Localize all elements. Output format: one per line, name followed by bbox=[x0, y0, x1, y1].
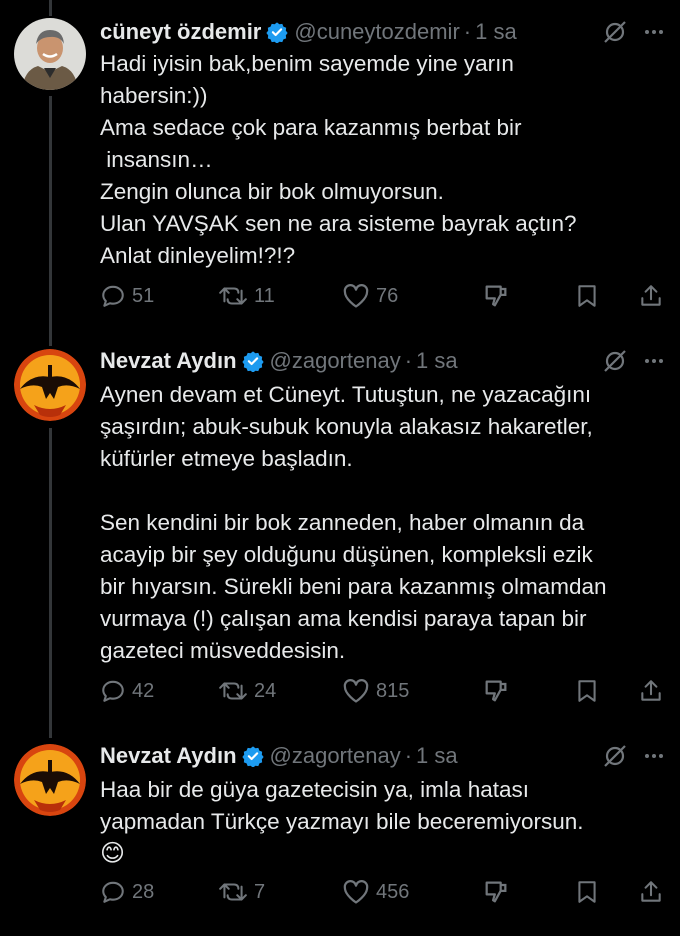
reply-icon bbox=[102, 285, 124, 307]
heart-icon bbox=[343, 880, 369, 904]
tweet[interactable]: Nevzat Aydın @zagortenay · 1 sa Haa bir … bbox=[0, 742, 680, 922]
thread-line bbox=[49, 0, 52, 16]
verified-badge-icon bbox=[241, 746, 264, 767]
heart-icon bbox=[343, 679, 369, 703]
author-name[interactable]: Nevzat Aydın bbox=[100, 348, 237, 374]
like-count: 76 bbox=[376, 284, 399, 307]
grok-icon[interactable] bbox=[602, 348, 628, 374]
axe-logo-icon bbox=[14, 744, 86, 816]
reply-icon bbox=[102, 881, 124, 903]
grok-icon[interactable] bbox=[602, 19, 628, 45]
grok-analyze-button[interactable] bbox=[482, 876, 510, 908]
tweet-header-actions bbox=[602, 18, 666, 46]
repost-count: 24 bbox=[254, 679, 277, 702]
repost-button[interactable]: 24 bbox=[218, 675, 276, 707]
tweet-header-actions bbox=[602, 347, 666, 375]
like-button[interactable]: 456 bbox=[342, 876, 409, 908]
separator-dot: · bbox=[404, 348, 413, 373]
tweet[interactable]: cüneyt özdemir @cuneytozdemir · 1 sa Had… bbox=[0, 18, 680, 328]
tweet-text: Haa bir de güya gazetecisin ya, imla hat… bbox=[100, 777, 584, 834]
heart-icon bbox=[343, 284, 369, 308]
reply-button[interactable]: 28 bbox=[100, 876, 154, 908]
like-count: 456 bbox=[376, 880, 410, 903]
tweet-header-actions bbox=[602, 742, 666, 770]
share-icon bbox=[641, 680, 661, 701]
tweet-header: Nevzat Aydın @zagortenay · 1 sa bbox=[100, 742, 458, 770]
reply-count: 28 bbox=[132, 880, 155, 903]
like-button[interactable]: 815 bbox=[342, 675, 409, 707]
avatar[interactable] bbox=[14, 18, 86, 90]
repost-icon bbox=[219, 682, 247, 700]
tweet-actions: 28 7 456 bbox=[100, 876, 664, 908]
share-icon bbox=[641, 881, 661, 902]
bookmark-button[interactable] bbox=[574, 280, 600, 312]
timestamp[interactable]: 1 sa bbox=[416, 348, 458, 374]
grok-lightning-icon bbox=[485, 285, 507, 307]
like-count: 815 bbox=[376, 679, 410, 702]
author-name[interactable]: Nevzat Aydın bbox=[100, 743, 237, 769]
reply-count: 42 bbox=[132, 679, 155, 702]
grok-analyze-button[interactable] bbox=[482, 280, 510, 312]
author-handle[interactable]: @zagortenay bbox=[270, 743, 401, 769]
repost-button[interactable]: 11 bbox=[218, 280, 275, 312]
more-options-icon[interactable] bbox=[642, 744, 666, 768]
share-button[interactable] bbox=[638, 280, 664, 312]
timestamp[interactable]: 1 sa bbox=[416, 743, 458, 769]
author-handle[interactable]: @zagortenay bbox=[270, 348, 401, 374]
separator-dot: · bbox=[463, 19, 472, 44]
tweet-header: cüneyt özdemir @cuneytozdemir · 1 sa bbox=[100, 18, 517, 46]
repost-button[interactable]: 7 bbox=[218, 876, 265, 908]
like-button[interactable]: 76 bbox=[342, 280, 398, 312]
share-button[interactable] bbox=[638, 876, 664, 908]
author-handle[interactable]: @cuneytozdemir bbox=[294, 19, 459, 45]
grok-icon[interactable] bbox=[602, 743, 628, 769]
share-icon bbox=[641, 285, 661, 306]
separator-dot: · bbox=[404, 743, 413, 768]
tweet-actions: 51 11 76 bbox=[100, 280, 664, 312]
repost-count: 7 bbox=[254, 880, 266, 903]
author-name[interactable]: cüneyt özdemir bbox=[100, 19, 261, 45]
timestamp[interactable]: 1 sa bbox=[475, 19, 517, 45]
smiling-emoji: 😊 bbox=[100, 840, 126, 867]
bookmark-icon bbox=[578, 285, 596, 307]
verified-badge-icon bbox=[266, 22, 289, 43]
person-photo-icon bbox=[14, 18, 86, 90]
grok-lightning-icon bbox=[485, 680, 507, 702]
reply-count: 51 bbox=[132, 284, 155, 307]
avatar[interactable] bbox=[14, 349, 86, 421]
tweet-header: Nevzat Aydın @zagortenay · 1 sa bbox=[100, 347, 458, 375]
bookmark-icon bbox=[578, 881, 596, 903]
tweet-actions: 42 24 815 bbox=[100, 675, 664, 707]
avatar[interactable] bbox=[14, 744, 86, 816]
grok-lightning-icon bbox=[485, 881, 507, 903]
reply-button[interactable]: 42 bbox=[100, 675, 154, 707]
axe-logo-icon bbox=[14, 349, 86, 421]
bookmark-icon bbox=[578, 680, 596, 702]
tweet-text: Hadi iyisin bak,benim sayemde yine yarın… bbox=[100, 51, 577, 268]
share-button[interactable] bbox=[638, 675, 664, 707]
repost-icon bbox=[219, 883, 247, 901]
bookmark-button[interactable] bbox=[574, 675, 600, 707]
tweet-text: Aynen devam et Cüneyt. Tutuştun, ne yaza… bbox=[100, 382, 607, 663]
reply-icon bbox=[102, 680, 124, 702]
grok-analyze-button[interactable] bbox=[482, 675, 510, 707]
repost-icon bbox=[219, 287, 247, 305]
bookmark-button[interactable] bbox=[574, 876, 600, 908]
repost-count: 11 bbox=[254, 284, 275, 307]
more-options-icon[interactable] bbox=[642, 20, 666, 44]
reply-button[interactable]: 51 bbox=[100, 280, 154, 312]
verified-badge-icon bbox=[241, 351, 264, 372]
more-options-icon[interactable] bbox=[642, 349, 666, 373]
tweet[interactable]: Nevzat Aydın @zagortenay · 1 sa Aynen de… bbox=[0, 347, 680, 717]
